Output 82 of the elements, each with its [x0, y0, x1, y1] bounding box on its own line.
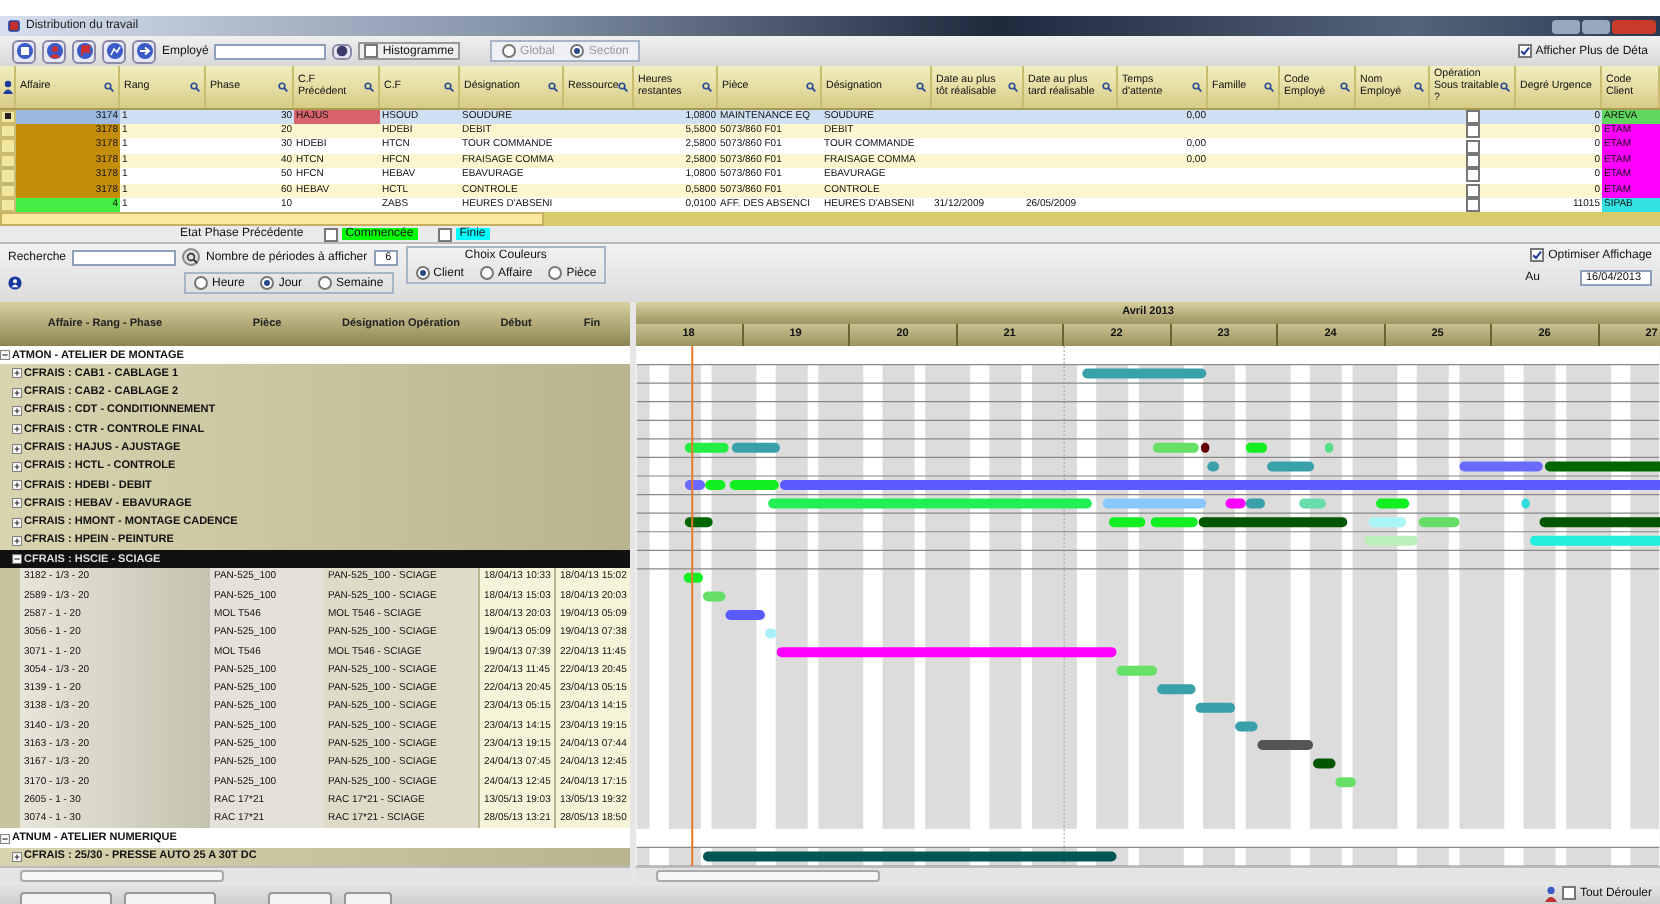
radio-button[interactable]: [415, 266, 430, 280]
expand-icon[interactable]: [12, 851, 22, 862]
expand-icon[interactable]: [12, 480, 22, 491]
search-icon[interactable]: [806, 81, 816, 92]
gantt-bar[interactable]: [1200, 442, 1210, 453]
checkbox[interactable]: [364, 44, 379, 58]
search-icon[interactable]: [916, 81, 926, 92]
search-icon[interactable]: [1192, 81, 1202, 92]
toolbar-button[interactable]: [72, 39, 96, 63]
arrow-icon: [135, 42, 153, 60]
search-icon[interactable]: [1340, 81, 1350, 92]
search-field[interactable]: [72, 249, 177, 265]
expand-icon[interactable]: [12, 424, 22, 435]
user-icon[interactable]: [1543, 885, 1558, 901]
checkbox[interactable]: [1466, 124, 1480, 139]
search-icon[interactable]: [444, 81, 454, 92]
disk-icon: [15, 42, 33, 60]
gantt-bar[interactable]: [1539, 517, 1660, 528]
toolbar-button[interactable]: [12, 39, 36, 63]
search-icon[interactable]: [548, 81, 558, 92]
radio-button[interactable]: [318, 276, 333, 290]
checkbox[interactable]: [1466, 168, 1480, 183]
search-icon[interactable]: [618, 81, 629, 92]
horizontal-scrollbar[interactable]: [0, 212, 1660, 226]
horizontal-scrollbar[interactable]: [0, 866, 630, 883]
gantt-bar[interactable]: [1198, 517, 1348, 528]
horizontal-scrollbar[interactable]: [636, 866, 1660, 882]
checkbox[interactable]: [1561, 886, 1576, 900]
minimize-button[interactable]: [1552, 19, 1580, 33]
user-icon[interactable]: [8, 276, 22, 290]
expand-icon[interactable]: [12, 517, 22, 528]
radio-button[interactable]: [194, 276, 208, 290]
checkbox[interactable]: [1466, 139, 1480, 154]
search-icon[interactable]: [190, 81, 200, 92]
search-icon[interactable]: [1008, 81, 1018, 92]
search-icon[interactable]: [104, 81, 114, 92]
search-button[interactable]: [182, 248, 201, 266]
search-icon[interactable]: [1414, 81, 1424, 92]
current-row-icon: [4, 112, 12, 121]
maximize-button[interactable]: [1582, 19, 1610, 33]
footer-button[interactable]: [268, 892, 332, 904]
expand-icon[interactable]: [12, 405, 22, 416]
gantt-bar[interactable]: [1257, 740, 1314, 750]
footer-button[interactable]: [344, 892, 392, 904]
checkbox[interactable]: [1466, 154, 1480, 169]
employee-field[interactable]: [214, 43, 327, 59]
radio-button[interactable]: [479, 266, 494, 280]
flag-icon: [75, 42, 93, 60]
expand-icon[interactable]: [12, 535, 22, 546]
people-icon: [45, 42, 63, 60]
app-icon: [8, 20, 20, 32]
search-icon[interactable]: [278, 81, 288, 92]
collapse-icon[interactable]: [12, 554, 22, 565]
close-button[interactable]: [1612, 19, 1656, 33]
gantt-bar[interactable]: [1313, 758, 1336, 769]
lookup-button[interactable]: [332, 43, 353, 59]
toolbar-button[interactable]: [42, 39, 66, 63]
dots-icon: [334, 42, 351, 60]
checkbox[interactable]: [1517, 44, 1532, 58]
checkbox[interactable]: [1530, 248, 1545, 262]
user-icon[interactable]: [1, 79, 13, 94]
expand-icon[interactable]: [12, 443, 22, 453]
gantt-bar[interactable]: [684, 517, 713, 528]
expand-icon[interactable]: [12, 387, 22, 398]
checkbox[interactable]: [1466, 198, 1480, 213]
toolbar-button[interactable]: [102, 39, 126, 63]
toolbar-button[interactable]: [132, 39, 156, 63]
search-icon[interactable]: [1500, 81, 1510, 92]
expand-icon[interactable]: [12, 461, 22, 472]
footer-button[interactable]: [20, 892, 112, 904]
radio-button[interactable]: [260, 276, 275, 290]
chart-icon: [105, 42, 123, 60]
expand-icon[interactable]: [12, 368, 22, 379]
checkbox[interactable]: [323, 227, 338, 241]
search-icon[interactable]: [702, 81, 712, 92]
expand-icon[interactable]: [12, 498, 22, 509]
footer-button[interactable]: [124, 892, 216, 904]
checkbox[interactable]: [437, 227, 452, 241]
search-icon[interactable]: [364, 81, 374, 92]
search-icon[interactable]: [1264, 81, 1274, 92]
search-icon[interactable]: [1102, 81, 1112, 92]
radio-button[interactable]: [548, 266, 563, 280]
